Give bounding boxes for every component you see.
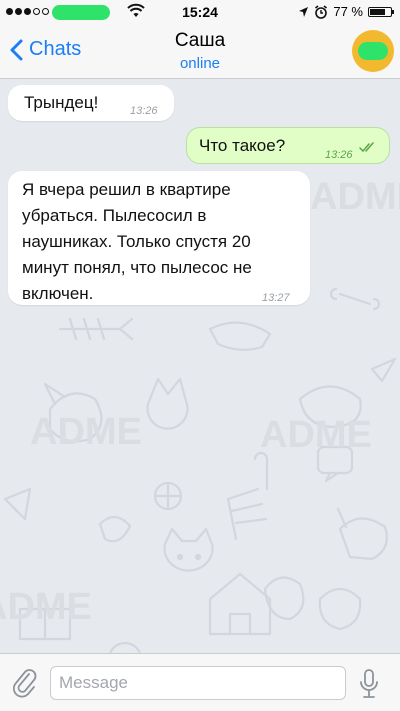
watermark-text: ADME [0, 586, 92, 628]
message-list[interactable]: ADME ADME ADME ADME Трындец! 13:26 Что т… [0, 79, 400, 653]
watermark-text: ADME [310, 176, 400, 218]
watermark-text: ADME [260, 414, 372, 456]
message-time: 13:27 [262, 292, 290, 304]
alarm-clock-icon [315, 4, 328, 19]
contact-status: online [179, 55, 221, 72]
message-input[interactable] [50, 666, 346, 700]
attach-icon[interactable] [12, 668, 38, 698]
message-text: Что такое? [199, 136, 286, 155]
message-incoming[interactable]: Трындец! 13:26 [8, 85, 174, 121]
location-arrow-icon [299, 6, 309, 17]
message-time: 13:26 [130, 105, 158, 117]
message-line: убраться. Пылесосил в [22, 206, 207, 225]
message-line: Я вчера решил в квартире [22, 180, 231, 199]
composer-bar [0, 653, 400, 711]
message-text: Я вчера решил в квартире убраться. Пылес… [22, 177, 252, 307]
avatar-redaction [358, 42, 388, 60]
message-line: минут понял, что пылесос не [22, 258, 252, 277]
watermark-text: ADME [30, 411, 142, 453]
status-bar: 15:24 77 % [0, 0, 400, 24]
message-incoming[interactable]: Я вчера решил в квартире убраться. Пылес… [8, 171, 310, 305]
message-line: наушниках. Только спустя 20 [22, 232, 251, 251]
contact-avatar[interactable] [352, 30, 394, 72]
battery-percent: 77 % [333, 4, 363, 19]
message-text: Трындец! [24, 93, 99, 112]
microphone-icon[interactable] [358, 668, 380, 700]
battery-icon [368, 6, 394, 17]
message-line: включен. [22, 284, 94, 303]
message-outgoing[interactable]: Что такое? 13:26 [186, 127, 390, 164]
contact-name[interactable]: Саша [0, 30, 400, 52]
message-time: 13:26 [325, 149, 353, 161]
battery-level-fill [370, 8, 386, 15]
chat-header: Chats Саша online [0, 24, 400, 79]
read-receipt-icon [359, 142, 374, 153]
